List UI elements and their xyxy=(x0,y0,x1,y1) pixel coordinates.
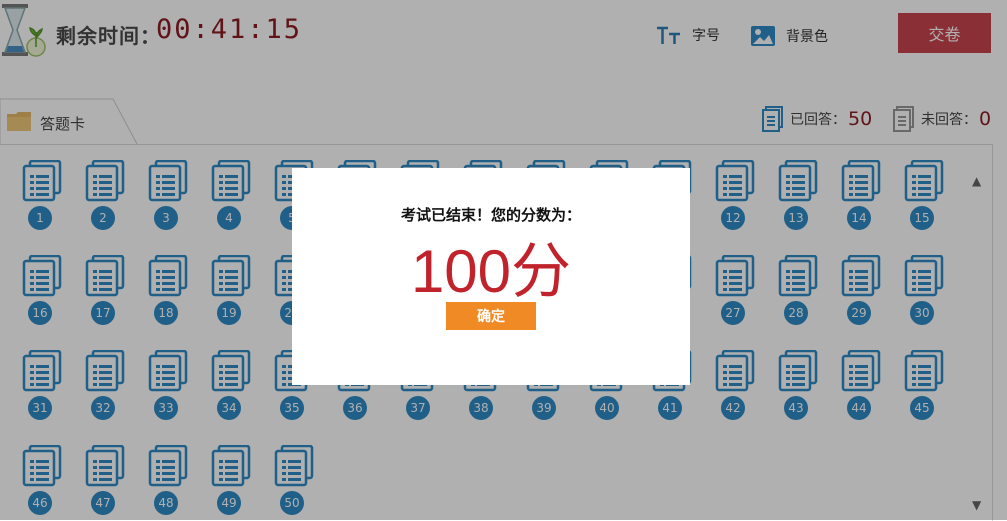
dialog-message: 考试已结束！您的分数为： xyxy=(400,206,581,224)
score-dialog: 考试已结束！您的分数为： 100分 确定 xyxy=(292,168,690,385)
confirm-button[interactable]: 确定 xyxy=(446,302,536,330)
dialog-score: 100分 xyxy=(410,238,572,305)
